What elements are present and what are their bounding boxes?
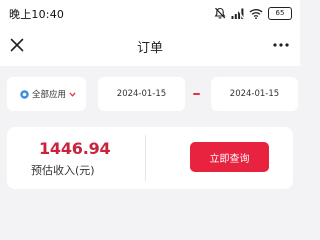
signal-icon <box>231 7 244 19</box>
wifi-icon <box>249 8 263 19</box>
more-icon[interactable] <box>272 38 290 52</box>
status-time: 晚上10:40 <box>9 8 65 21</box>
income-amount: 1446.94 <box>39 139 111 158</box>
card-divider <box>145 135 146 181</box>
filter-bar: 全部应用 2024-01-15 2024-01-15 <box>0 66 300 122</box>
app-icon <box>20 89 29 99</box>
status-icons: 65 <box>214 5 292 21</box>
date-range-separator <box>193 93 200 95</box>
page-title: 订单 <box>136 41 163 56</box>
nav-bar: 订单 <box>0 26 300 66</box>
mute-icon <box>214 7 226 19</box>
app-select-dropdown[interactable]: 全部应用 <box>7 77 86 111</box>
income-label: 预估收入(元) <box>31 164 95 177</box>
battery-icon: 65 <box>268 6 292 20</box>
income-summary-card: 1446.94 预估收入(元) 立即查询 <box>7 127 293 189</box>
start-date-field[interactable]: 2024-01-15 <box>98 77 185 111</box>
chevron-down-icon <box>69 91 76 97</box>
query-button[interactable]: 立即查询 <box>190 142 269 172</box>
status-bar: 晚上10:40 65 <box>0 0 300 26</box>
end-date-field[interactable]: 2024-01-15 <box>211 77 298 111</box>
battery-level: 65 <box>275 8 285 17</box>
app-select-label: 全部应用 <box>32 90 67 100</box>
